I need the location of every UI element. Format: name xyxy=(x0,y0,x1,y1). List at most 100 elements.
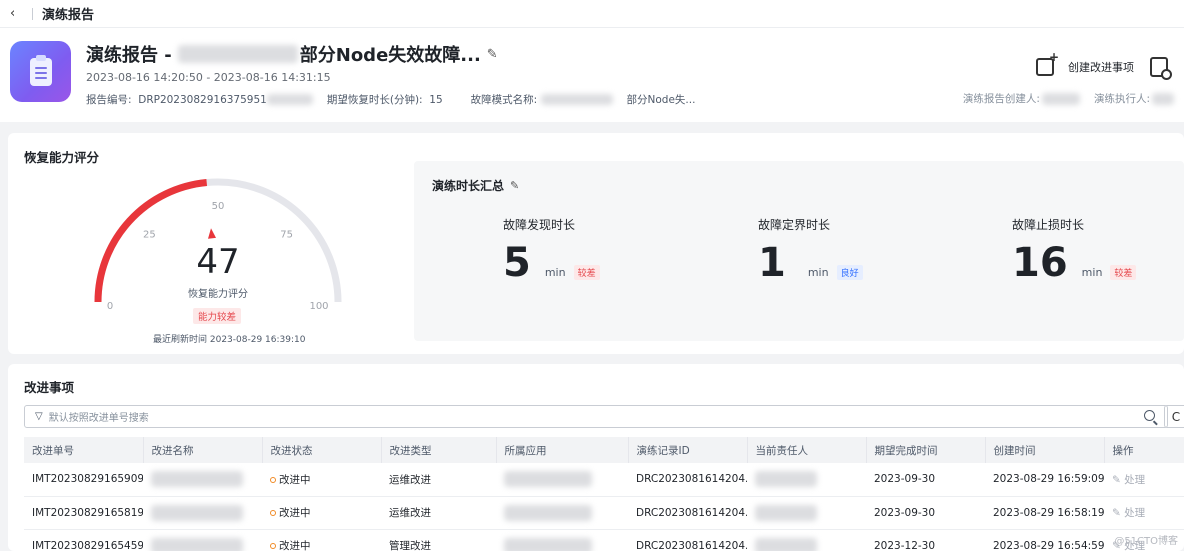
report-title: 演练报告 - 部分Node失效故障... ✎ xyxy=(86,41,498,67)
cell-app xyxy=(496,496,628,530)
status-dot-icon xyxy=(270,476,276,483)
add-square-icon xyxy=(1036,50,1059,76)
cell-owner xyxy=(747,529,866,551)
recovery-badge: 能力较差 xyxy=(193,308,242,324)
refresh-button[interactable]: C xyxy=(1164,405,1184,428)
metric-value: 1 xyxy=(758,240,786,286)
recovery-score: 47 xyxy=(196,242,240,282)
column-header: 操作 xyxy=(1104,437,1184,463)
divider xyxy=(32,7,33,20)
creator-label: 演练报告创建人: xyxy=(962,93,1040,105)
process-link[interactable]: ✎ 处理 xyxy=(1112,474,1145,486)
cell-record: DRC2023081614204... xyxy=(628,496,747,530)
cell-name xyxy=(143,463,262,497)
metric-tag: 较差 xyxy=(573,265,600,280)
metric-stop-loss: 故障止损时长 16 min 较差 xyxy=(1012,216,1137,286)
edit-icon[interactable]: ✎ xyxy=(487,47,498,62)
gauge-pointer xyxy=(208,228,216,239)
column-header[interactable]: 所属应用 xyxy=(496,437,629,463)
gauge-tick: 50 xyxy=(212,201,225,212)
gauge-tick: 25 xyxy=(143,229,156,240)
search-input[interactable]: ▽ 默认按照改进单号搜索 xyxy=(24,405,1168,428)
cell-record: DRC2023081614204... xyxy=(628,463,747,497)
column-header[interactable]: 演练记录ID xyxy=(628,437,748,463)
metric-label: 故障止损时长 xyxy=(1012,218,1085,232)
cell-due: 2023-09-30 xyxy=(866,463,985,497)
fault-mode-label: 故障模式名称: xyxy=(470,94,538,106)
column-header[interactable]: 当前责任人 xyxy=(747,437,867,463)
metric-value: 16 xyxy=(1012,240,1068,286)
report-no-value: DRP2023082916375951 xyxy=(138,93,267,106)
table-header: 改进单号 改进名称 改进状态 改进类型 所属应用 演练记录ID 当前责任人 期望… xyxy=(24,437,1184,463)
gauge-tick: 75 xyxy=(280,229,293,240)
search-icon[interactable] xyxy=(1144,410,1155,421)
fault-mode-value: 部分Node失... xyxy=(626,94,696,106)
metric-tag: 较差 xyxy=(1110,265,1137,280)
metric-detect: 故障发现时长 5 min 较差 xyxy=(503,216,600,283)
process-label: 处理 xyxy=(1124,507,1146,519)
process-link[interactable]: ✎ 处理 xyxy=(1112,507,1145,519)
column-header[interactable]: 改进单号 xyxy=(24,437,144,463)
column-header[interactable]: 期望完成时间 xyxy=(866,437,986,463)
metric-unit: min xyxy=(544,266,566,279)
page-title: 演练报告 xyxy=(42,8,95,23)
metric-unit: min xyxy=(807,266,829,279)
report-detail-button[interactable] xyxy=(1150,57,1172,80)
redacted-text xyxy=(151,537,243,551)
report-title-suffix: 部分Node失效故障... xyxy=(299,45,481,66)
redacted-text xyxy=(540,94,613,105)
redacted-text xyxy=(755,504,817,521)
report-title-prefix: 演练报告 - xyxy=(86,45,172,66)
refresh-icon: C xyxy=(1171,409,1181,424)
duration-title: 演练时长汇总 ✎ xyxy=(432,177,519,194)
edit-icon: ✎ xyxy=(1112,473,1121,486)
cell-owner xyxy=(747,496,866,530)
metric-locate: 故障定界时长 1 min 良好 xyxy=(758,216,863,283)
recovery-score-label: 恢复能力评分 xyxy=(188,289,248,300)
report-logo-icon xyxy=(10,41,71,102)
cell-status: 改进中 xyxy=(262,463,381,497)
metric-value: 5 xyxy=(503,240,531,286)
filter-icon: ▽ xyxy=(35,411,43,422)
gauge-tick: 0 xyxy=(107,301,113,312)
watermark: @51CTO博客 xyxy=(1114,536,1178,547)
report-meta: 报告编号: DRP2023082916375951 期望恢复时长(分钟): 15… xyxy=(86,92,695,107)
status-text: 改进中 xyxy=(279,473,311,486)
column-header[interactable]: 改进名称 xyxy=(143,437,263,463)
redacted-text xyxy=(151,504,243,521)
cell-name xyxy=(143,529,262,551)
expected-recovery-value: 15 xyxy=(429,93,443,106)
cell-action: ✎ 处理 xyxy=(1104,463,1184,497)
cell-type: 管理改进 xyxy=(381,529,496,551)
back-icon[interactable]: ‹ xyxy=(10,6,26,21)
cell-app xyxy=(496,463,628,497)
table-row[interactable]: IMT20230829165819... 改进中 运维改进 DRC2023081… xyxy=(24,496,1184,530)
cell-status: 改进中 xyxy=(262,529,381,551)
column-header[interactable]: 改进类型 xyxy=(381,437,497,463)
cell-type: 运维改进 xyxy=(381,496,496,530)
metric-label: 故障发现时长 xyxy=(503,218,576,232)
report-people: 演练报告创建人: 演练执行人: xyxy=(963,91,1174,106)
document-search-icon xyxy=(1150,57,1172,80)
status-text: 改进中 xyxy=(279,507,311,519)
cell-due: 2023-12-30 xyxy=(866,529,985,551)
redacted-text xyxy=(504,471,592,488)
cell-id: IMT20230829165909... xyxy=(24,463,143,497)
column-header[interactable]: 改进状态 xyxy=(262,437,382,463)
redacted-text xyxy=(755,471,817,488)
create-improvement-button[interactable]: 创建改进事项 xyxy=(1036,50,1134,76)
edit-icon[interactable]: ✎ xyxy=(510,179,519,192)
expected-recovery-label: 期望恢复时长(分钟): xyxy=(326,94,423,106)
cell-id: IMT20230829165819... xyxy=(24,496,143,530)
redacted-text xyxy=(1152,92,1174,105)
metric-unit: min xyxy=(1081,266,1103,279)
table-row[interactable]: IMT20230829165909... 改进中 运维改进 DRC2023081… xyxy=(24,463,1184,497)
cell-record: DRC2023081614204... xyxy=(628,529,747,551)
cell-action: ✎ 处理 xyxy=(1104,496,1184,530)
cell-id: IMT20230829165459... xyxy=(24,529,143,551)
redacted-text xyxy=(266,94,313,105)
column-header[interactable]: 创建时间 xyxy=(985,437,1105,463)
redacted-text xyxy=(504,537,592,551)
cell-owner xyxy=(747,463,866,497)
table-row[interactable]: IMT20230829165459... 改进中 管理改进 DRC2023081… xyxy=(24,529,1184,551)
